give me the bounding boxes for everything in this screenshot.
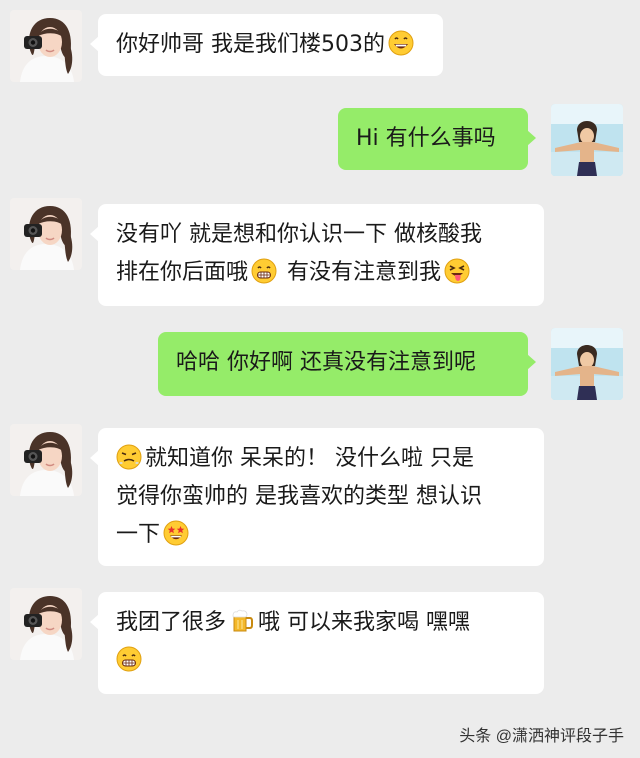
incoming-message-bubble[interactable]: 你好帅哥 我是我们楼503的 [90,14,443,76]
contact-avatar[interactable] [10,198,82,270]
message-text: 有没有注意到我 [287,260,442,285]
grimace-face-icon [116,646,142,672]
anime-character-avatar-icon [551,328,623,400]
message-text: Hi 有什么事吗 [356,126,496,151]
tongue-out-face-icon [444,258,470,284]
message-text: 排在你后面哦 [116,260,249,285]
grin-face-icon [388,30,414,56]
message-text: 一下 [116,522,161,547]
watermark: 头条 @潇洒神评段子手 [459,728,624,745]
own-avatar[interactable] [551,328,623,400]
contact-avatar[interactable] [10,10,82,82]
message-text: 我团了很多 [116,610,227,635]
own-avatar[interactable] [551,104,623,176]
message-text: 哈哈 你好啊 还真没有注意到呢 [176,350,476,375]
outgoing-message-bubble[interactable]: Hi 有什么事吗 [338,108,536,170]
girl-with-camera-avatar-icon [10,198,82,270]
star-eyes-face-icon [163,520,189,546]
incoming-message-bubble[interactable]: 就知道你 呆呆的！ 没什么啦 只是 觉得你蛮帅的 是我喜欢的类型 想认识 一下 [90,428,544,566]
contact-avatar[interactable] [10,588,82,660]
chat-window: 你好帅哥 我是我们楼503的 Hi 有什么事吗 没有吖 就是想和你认识一下 做核… [0,0,640,758]
message-line: 觉得你蛮帅的 是我喜欢的类型 想认识 [116,484,482,509]
grimace-face-icon [251,258,277,284]
message-text: 哦 可以来我家喝 嘿嘿 [258,610,471,635]
incoming-message-bubble[interactable]: 我团了很多 哦 可以来我家喝 嘿嘿 [90,592,544,694]
steam-face-icon [116,444,142,470]
girl-with-camera-avatar-icon [10,10,82,82]
outgoing-message-bubble[interactable]: 哈哈 你好啊 还真没有注意到呢 [158,332,536,396]
incoming-message-bubble[interactable]: 没有吖 就是想和你认识一下 做核酸我 排在你后面哦 有没有注意到我 [90,204,544,306]
message-line: 没有吖 就是想和你认识一下 做核酸我 [116,222,482,247]
anime-character-avatar-icon [551,104,623,176]
girl-with-camera-avatar-icon [10,424,82,496]
girl-with-camera-avatar-icon [10,588,82,660]
message-text: 你好帅哥 我是我们楼503的 [116,32,385,57]
beer-mug-icon [229,608,255,634]
message-text: 就知道你 呆呆的！ 没什么啦 只是 [145,446,474,471]
contact-avatar[interactable] [10,424,82,496]
